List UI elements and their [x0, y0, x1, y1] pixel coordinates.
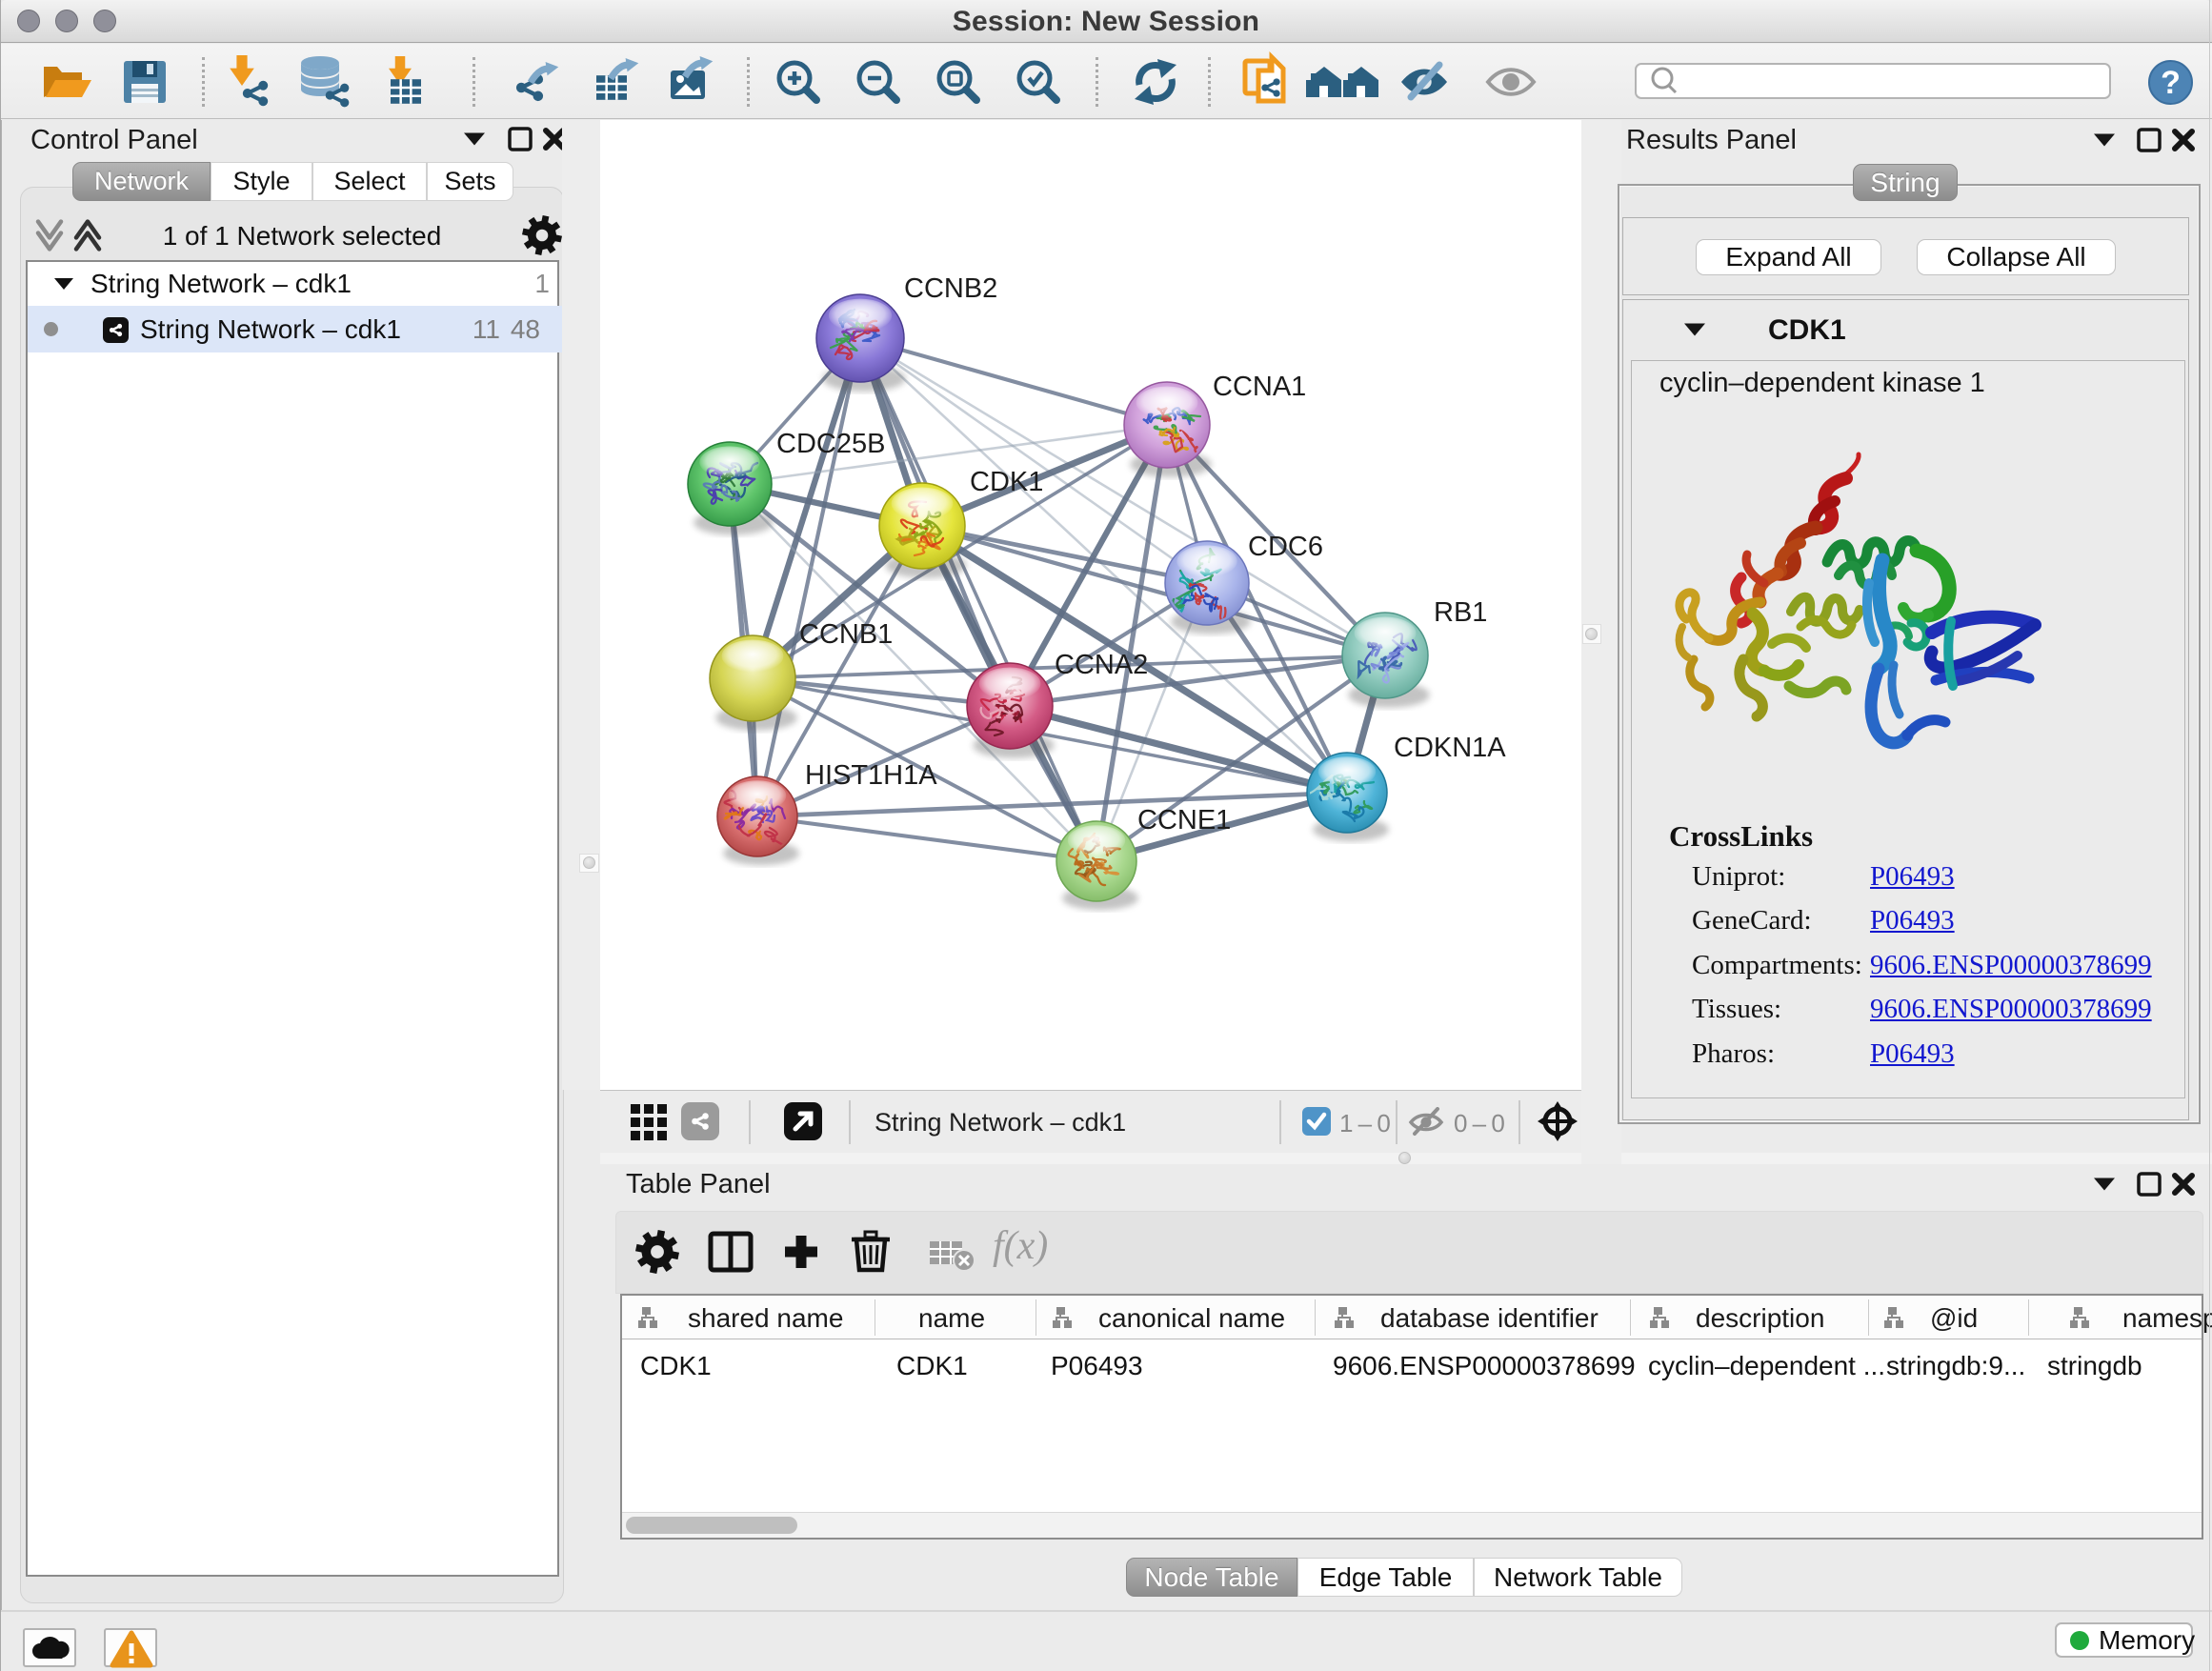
svg-text:CCNA2: CCNA2 [1055, 650, 1148, 680]
svg-text:RB1: RB1 [1434, 597, 1487, 628]
svg-text:CDKN1A: CDKN1A [1394, 733, 1506, 763]
svg-text:CCNA1: CCNA1 [1213, 372, 1306, 402]
svg-text:HIST1H1A: HIST1H1A [805, 760, 937, 791]
svg-text:CCNB2: CCNB2 [904, 273, 997, 304]
svg-text:CDC6: CDC6 [1248, 532, 1323, 562]
svg-text:CCNB1: CCNB1 [799, 619, 893, 650]
svg-text:CDK1: CDK1 [970, 467, 1043, 497]
svg-text:CDC25B: CDC25B [776, 429, 885, 459]
svg-text:CCNE1: CCNE1 [1137, 805, 1231, 836]
